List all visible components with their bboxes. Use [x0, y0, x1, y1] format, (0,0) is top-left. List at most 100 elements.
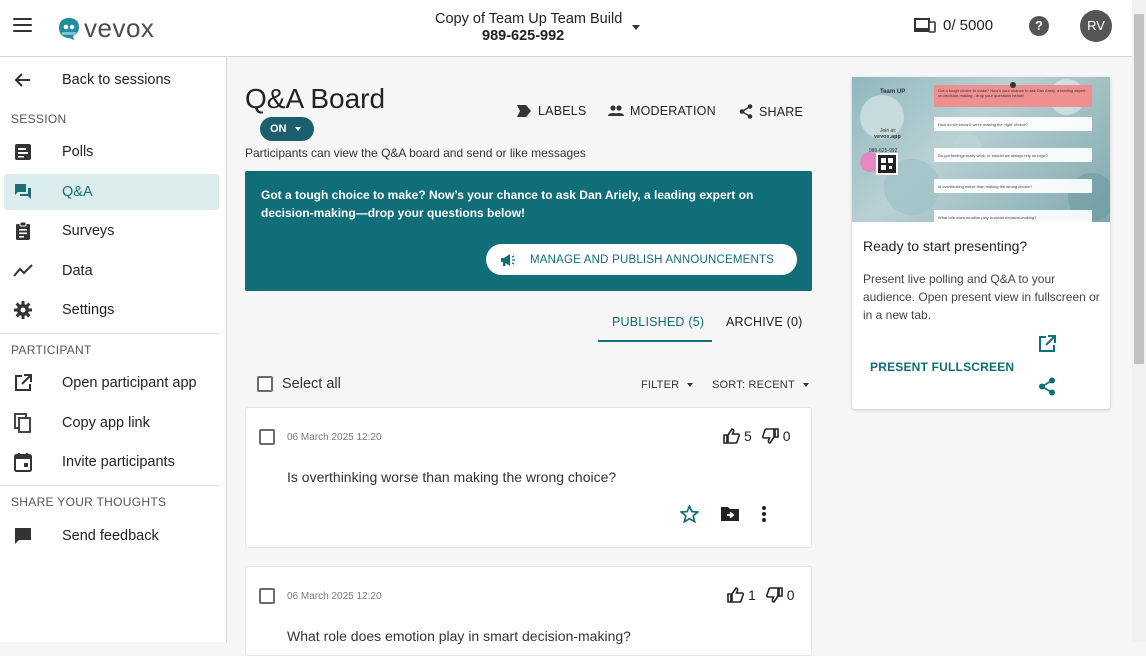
moderation-label: MODERATION [630, 104, 716, 118]
message-votes: 5 0 [723, 428, 791, 444]
dislikes-count: 0 [782, 428, 791, 444]
chevron-down-icon [294, 127, 301, 131]
session-title: Copy of Team Up Team Build [435, 11, 623, 27]
message-votes: 1 0 [727, 587, 795, 603]
vevox-logo[interactable]: vevox [58, 13, 154, 44]
dislikes-count: 0 [786, 587, 795, 603]
sidebar-item-send-feedback[interactable]: Send feedback [4, 518, 219, 554]
board-description: Participants can view the Q&A board and … [245, 146, 586, 160]
hamburger-menu-icon[interactable] [13, 18, 32, 32]
labels-button[interactable]: LABELS [516, 104, 586, 118]
divider [0, 485, 219, 486]
gear-icon [14, 301, 32, 319]
participant-count[interactable]: 0/ 5000 [914, 17, 993, 34]
announcement-text: Got a tough choice to make? Now’s your c… [261, 188, 754, 220]
manage-announcements-button[interactable]: MANAGE AND PUBLISH ANNOUNCEMENTS [486, 244, 797, 275]
star-icon[interactable] [680, 505, 699, 523]
back-to-sessions-button[interactable]: Back to sessions [4, 62, 219, 98]
divider [0, 333, 219, 334]
active-tab-indicator [598, 340, 712, 342]
preview-description: Present live polling and Q&A to your aud… [863, 272, 1100, 322]
thumbs-up-icon [723, 428, 740, 444]
sidebar-item-invite-participants[interactable]: Invite participants [4, 444, 219, 480]
session-section-heading: SESSION [11, 112, 67, 126]
tab-published[interactable]: PUBLISHED (5) [612, 315, 704, 329]
thumbs-down-icon [761, 428, 779, 444]
share-button[interactable]: SHARE [739, 104, 803, 119]
sidebar-item-qa[interactable]: Q&A [4, 174, 219, 210]
present-fullscreen-button[interactable]: PRESENT FULLSCREEN [870, 360, 1014, 374]
sidebar-item-copy-app-link[interactable]: Copy app link [4, 405, 219, 441]
likes-count: 5 [744, 428, 752, 444]
copy-icon [14, 413, 31, 433]
moderation-button[interactable]: MODERATION [608, 104, 716, 118]
people-icon [608, 105, 624, 116]
select-all[interactable]: Select all [257, 376, 341, 392]
announcement-banner: Got a tough choice to make? Now’s your c… [245, 171, 812, 291]
devices-icon [914, 17, 936, 33]
back-label: Back to sessions [62, 72, 171, 88]
sort-dropdown[interactable]: SORT: RECENT [712, 379, 809, 391]
sidebar-item-settings[interactable]: Settings [4, 292, 219, 328]
select-all-checkbox[interactable] [257, 376, 273, 392]
arrow-left-icon [14, 73, 30, 87]
select-all-label: Select all [282, 376, 341, 392]
logo-text: vevox [84, 13, 155, 43]
thumbnail-question: Is overthinking worse than making the wr… [938, 184, 1033, 189]
open-new-tab-icon[interactable] [1038, 335, 1056, 353]
present-preview-card: Team UP Join at: vevox.app 989-625-992 G… [852, 77, 1110, 409]
thumbnail-question: What role does emotion play in smart dec… [938, 215, 1037, 220]
move-to-folder-icon[interactable] [720, 506, 740, 522]
message-checkbox[interactable] [259, 588, 275, 604]
message-checkbox[interactable] [259, 429, 275, 445]
sidebar-item-label: Copy app link [62, 415, 150, 431]
top-bar: vevox Copy of Team Up Team Build 989-625… [0, 0, 1132, 57]
feedback-icon [15, 528, 31, 544]
vevox-logo-icon [59, 17, 79, 40]
feedback-section-heading: SHARE YOUR THOUGHTS [11, 495, 167, 509]
qa-tabs: PUBLISHED (5) ARCHIVE (0) [598, 308, 810, 342]
participant-count-text: 0/ 5000 [943, 17, 994, 34]
thumbs-down-icon [765, 587, 783, 603]
sidebar-item-label: Settings [62, 302, 115, 318]
sidebar-item-surveys[interactable]: Surveys [4, 213, 219, 249]
scrollbar-thumb[interactable] [1134, 14, 1144, 364]
message-timestamp: 06 March 2025 12:20 [287, 432, 382, 443]
board-status-toggle[interactable]: ON [260, 117, 314, 141]
sidebar-item-label: Polls [62, 144, 94, 160]
sidebar-item-label: Open participant app [62, 375, 197, 391]
chevron-down-icon [632, 25, 640, 30]
sidebar-item-label: Invite participants [62, 454, 175, 470]
surveys-icon [16, 221, 30, 240]
share-icon [739, 104, 753, 119]
thumbnail-join-url: vevox.app [874, 134, 901, 140]
thumbnail-brand: Team UP [880, 89, 906, 95]
message-timestamp: 06 March 2025 12:20 [287, 591, 382, 602]
help-icon[interactable]: ? [1029, 16, 1049, 36]
avatar[interactable]: RV [1080, 10, 1112, 42]
presentation-thumbnail[interactable]: Team UP Join at: vevox.app 989-625-992 G… [852, 77, 1110, 222]
sidebar-item-data[interactable]: Data [4, 253, 219, 289]
thumbnail-question: How do we know if we're making the 'righ… [938, 122, 1028, 127]
sidebar-item-polls[interactable]: Polls [4, 134, 219, 170]
status-label: ON [270, 123, 287, 135]
sidebar-item-label: Send feedback [62, 528, 159, 544]
thumbnail-banner: Got a tough choice to make? Now's your c… [938, 88, 1086, 98]
manage-announcements-label: MANAGE AND PUBLISH ANNOUNCEMENTS [530, 253, 775, 266]
likes-count: 1 [748, 587, 756, 603]
thumbnail-question: Do gut feelings really work, or should w… [938, 153, 1048, 158]
share-label: SHARE [759, 104, 804, 119]
page-scrollbar[interactable] [1132, 0, 1146, 642]
message-card: 06 March 2025 12:20 1 0 What role does e… [245, 566, 812, 656]
filter-dropdown[interactable]: FILTER [641, 379, 694, 391]
share-presentation-icon[interactable] [1038, 377, 1056, 396]
chevron-down-icon [687, 383, 694, 387]
session-code: 989-625-992 [482, 28, 565, 44]
calendar-icon [14, 453, 32, 472]
sidebar-item-open-participant-app[interactable]: Open participant app [4, 365, 219, 401]
megaphone-icon [501, 253, 515, 266]
more-options-icon[interactable] [761, 505, 767, 523]
tab-archive[interactable]: ARCHIVE (0) [726, 315, 803, 329]
sidebar-item-label: Q&A [62, 184, 93, 200]
open-external-icon [15, 374, 32, 391]
